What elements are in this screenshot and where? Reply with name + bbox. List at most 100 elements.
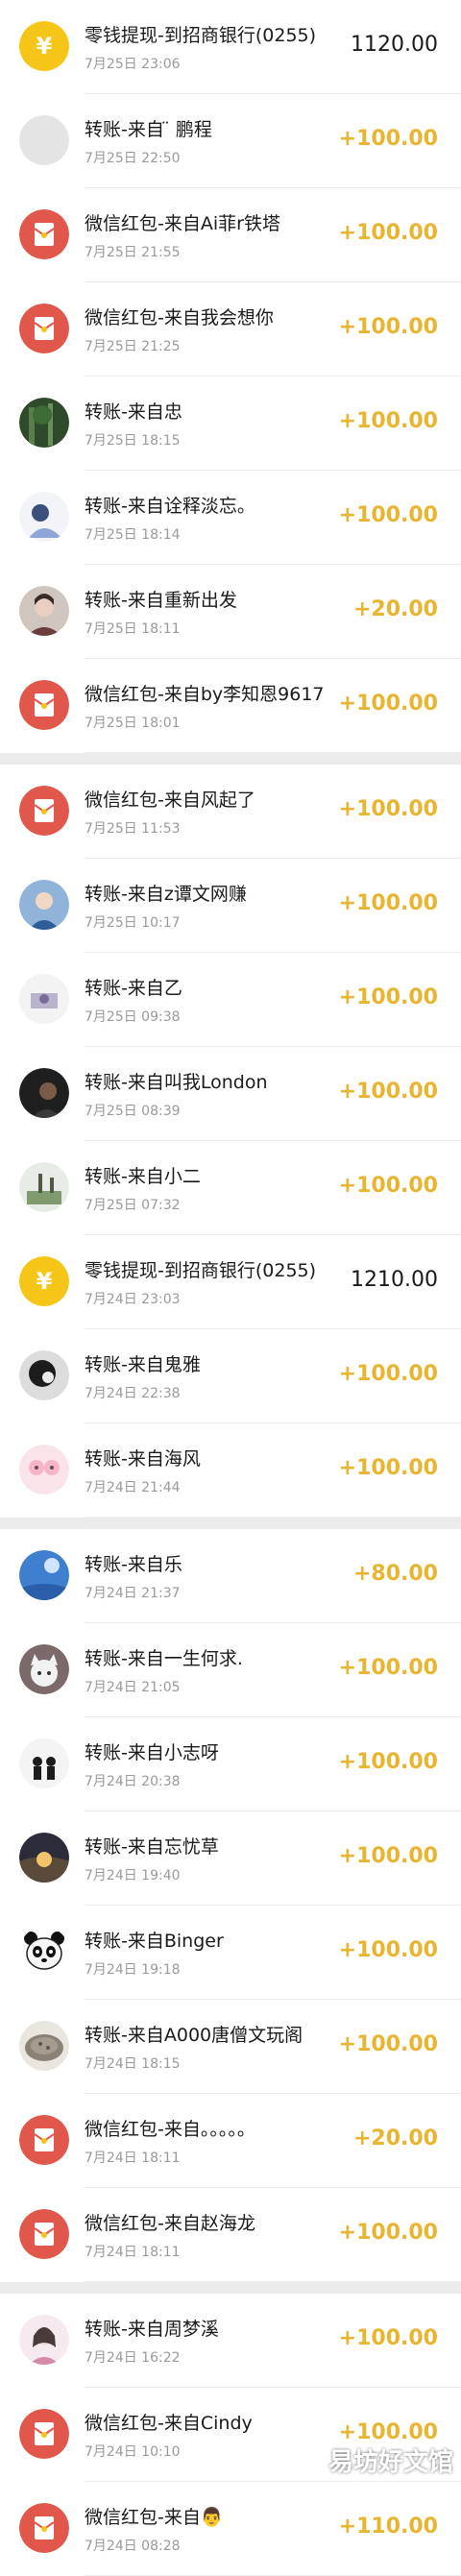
transaction-amount: +100.00 [338, 409, 438, 433]
transaction-row[interactable]: 转账-来自z谭文网赚 7月25日 10:17 +100.00 [0, 859, 461, 953]
transaction-amount: +100.00 [338, 1938, 438, 1962]
transaction-time: 7月25日 22:50 [85, 151, 181, 166]
transaction-title: 微信红包-来自风起了 [85, 790, 255, 811]
transaction-time: 7月24日 18:11 [85, 2245, 181, 2260]
coin-icon: ¥ [19, 1256, 69, 1306]
transaction-amount: +100.00 [338, 2326, 438, 2350]
transaction-time: 7月25日 18:11 [85, 621, 181, 637]
transaction-amount: +100.00 [338, 2032, 438, 2056]
transaction-time: 7月25日 08:39 [85, 1104, 181, 1119]
transaction-amount: +100.00 [338, 1456, 438, 1480]
transaction-time: 7月25日 10:17 [85, 915, 181, 931]
transaction-amount: +100.00 [338, 1656, 438, 1680]
transaction-amount: +100.00 [338, 1174, 438, 1198]
transaction-title: 零钱提现-到招商银行(0255) [85, 1260, 317, 1281]
transaction-title: 转账-来自小二 [85, 1166, 201, 1187]
transaction-amount: +100.00 [338, 891, 438, 915]
red-packet-icon [19, 2209, 69, 2259]
transaction-title: 微信红包-来自。。。。。 [85, 2119, 255, 2140]
transaction-row[interactable]: 转账-来自小二 7月25日 07:32 +100.00 [0, 1141, 461, 1235]
transaction-row[interactable]: 转账-来自诠释淡忘。 7月25日 18:14 +100.00 [0, 471, 461, 565]
avatar-couple-icon [19, 1738, 69, 1788]
transaction-row[interactable]: 转账-来自A000唐僧文玩阁 7月24日 18:15 +100.00 [0, 2000, 461, 2094]
transaction-row[interactable]: 微信红包-来自。。。。。 7月24日 18:11 +20.00 [0, 2094, 461, 2188]
transaction-title: 微信红包-来自by李知恩9617 [85, 684, 325, 705]
transaction-row[interactable]: 转账-来自鬼雅 7月24日 22:38 +100.00 [0, 1329, 461, 1423]
transaction-title: 转账-来自海风 [85, 1448, 201, 1470]
avatar-dark-icon [19, 1068, 69, 1118]
transaction-time: 7月25日 23:06 [85, 57, 181, 72]
avatar-girl2-icon [19, 2315, 69, 2365]
transaction-row[interactable]: 微信红包-来自by李知恩9617 7月25日 18:01 +100.00 [0, 659, 461, 753]
transaction-title: 转账-来自诠释淡忘。 [85, 496, 255, 517]
avatar-square-icon [19, 974, 69, 1024]
transaction-row[interactable]: 微信红包-来自赵海龙 7月24日 18:11 +100.00 [0, 2188, 461, 2282]
transaction-time: 7月25日 07:32 [85, 1198, 181, 1213]
transaction-amount: 1210.00 [351, 1268, 438, 1292]
transaction-row[interactable]: 转账-来自乐 7月24日 21:37 +80.00 [0, 1529, 461, 1623]
transaction-row[interactable]: 转账-来自小志呀 7月24日 20:38 +100.00 [0, 1717, 461, 1811]
transaction-row[interactable]: 转账-来自乙 7月25日 09:38 +100.00 [0, 953, 461, 1047]
transaction-amount: +100.00 [338, 1844, 438, 1868]
transaction-amount: +100.00 [338, 315, 438, 339]
transaction-time: 7月24日 10:10 [85, 2444, 181, 2460]
coin-icon: ¥ [19, 21, 69, 71]
transaction-amount: +100.00 [338, 2221, 438, 2245]
transaction-title: 微信红包-来自👨 [85, 2507, 224, 2528]
transaction-amount: +80.00 [352, 1562, 438, 1586]
transaction-title: 转账-来自重新出发 [85, 590, 237, 611]
transaction-time: 7月24日 19:18 [85, 1962, 181, 1978]
transaction-row[interactable]: 微信红包-来自Ai菲r铁塔 7月25日 21:55 +100.00 [0, 188, 461, 282]
transaction-amount: +100.00 [338, 127, 438, 151]
transaction-title: 零钱提现-到招商银行(0255) [85, 25, 317, 46]
transaction-time: 7月25日 18:01 [85, 716, 181, 731]
transaction-title: 转账-来自周梦溪 [85, 2319, 219, 2340]
avatar-bw-icon [19, 1350, 69, 1400]
transaction-row[interactable]: ¥ 零钱提现-到招商银行(0255) 7月25日 23:06 1120.00 [0, 0, 461, 94]
avatar-scene-icon [19, 1162, 69, 1212]
avatar-pink-icon [19, 1445, 69, 1495]
avatar-stone-icon [19, 2021, 69, 2071]
transaction-row[interactable]: 转账-来自叫我London 7月25日 08:39 +100.00 [0, 1047, 461, 1141]
avatar-cat-icon [19, 1644, 69, 1694]
transaction-row[interactable]: 微信红包-来自👨 7月24日 08:28 +110.00 [0, 2482, 461, 2576]
transaction-title: 转账-来自 ̈ 鹏程 [85, 119, 212, 140]
transaction-title: 转账-来自忠 [85, 401, 182, 423]
transaction-row[interactable]: 转账-来自重新出发 7月25日 18:11 +20.00 [0, 565, 461, 659]
red-packet-icon [19, 209, 69, 259]
red-packet-icon [19, 2503, 69, 2553]
transaction-row[interactable]: 转账-来自海风 7月24日 21:44 +100.00 [0, 1423, 461, 1518]
transaction-title: 转账-来自鬼雅 [85, 1354, 201, 1375]
transaction-amount: +100.00 [338, 1080, 438, 1104]
red-packet-icon [19, 2115, 69, 2165]
red-packet-icon [19, 786, 69, 836]
transaction-row[interactable]: 转账-来自 ̈ 鹏程 7月25日 22:50 +100.00 [0, 94, 461, 188]
transaction-amount: +100.00 [338, 2420, 438, 2444]
transaction-title: 微信红包-来自我会想你 [85, 307, 274, 328]
transaction-title: 微信红包-来自赵海龙 [85, 2213, 255, 2234]
transaction-row[interactable]: ¥ 零钱提现-到招商银行(0255) 7月24日 23:03 1210.00 [0, 1235, 461, 1329]
transaction-row[interactable]: 转账-来自忠 7月25日 18:15 +100.00 [0, 377, 461, 471]
transaction-title: 转账-来自乐 [85, 1554, 182, 1575]
transaction-title: 微信红包-来自Cindy [85, 2413, 253, 2434]
avatar-blue-icon [19, 880, 69, 930]
transaction-time: 7月25日 18:14 [85, 527, 181, 543]
transaction-row[interactable]: 转账-来自周梦溪 7月24日 16:22 +100.00 [0, 2294, 461, 2388]
transaction-row[interactable]: 转账-来自一生何求. 7月24日 21:05 +100.00 [0, 1623, 461, 1717]
transaction-time: 7月25日 11:53 [85, 821, 181, 837]
transaction-time: 7月24日 16:22 [85, 2350, 181, 2366]
avatar-forest-icon [19, 398, 69, 448]
transaction-title: 转账-来自小志呀 [85, 1742, 219, 1763]
transaction-row[interactable]: 微信红包-来自风起了 7月25日 11:53 +100.00 [0, 765, 461, 859]
transaction-amount: +20.00 [352, 2126, 438, 2151]
transaction-time: 7月24日 22:38 [85, 1386, 181, 1401]
avatar-grey-icon [19, 115, 69, 165]
transaction-time: 7月24日 23:03 [85, 1292, 181, 1307]
transaction-row[interactable]: 微信红包-来自我会想你 7月25日 21:25 +100.00 [0, 282, 461, 377]
red-packet-icon [19, 304, 69, 353]
transaction-row[interactable]: 转账-来自Binger 7月24日 19:18 +100.00 [0, 1906, 461, 2000]
transaction-time: 7月24日 18:11 [85, 2151, 181, 2166]
transaction-row[interactable]: 转账-来自忘忧草 7月24日 19:40 +100.00 [0, 1811, 461, 1906]
transaction-title: 转账-来自忘忧草 [85, 1836, 219, 1858]
transaction-amount: +110.00 [338, 2515, 438, 2539]
